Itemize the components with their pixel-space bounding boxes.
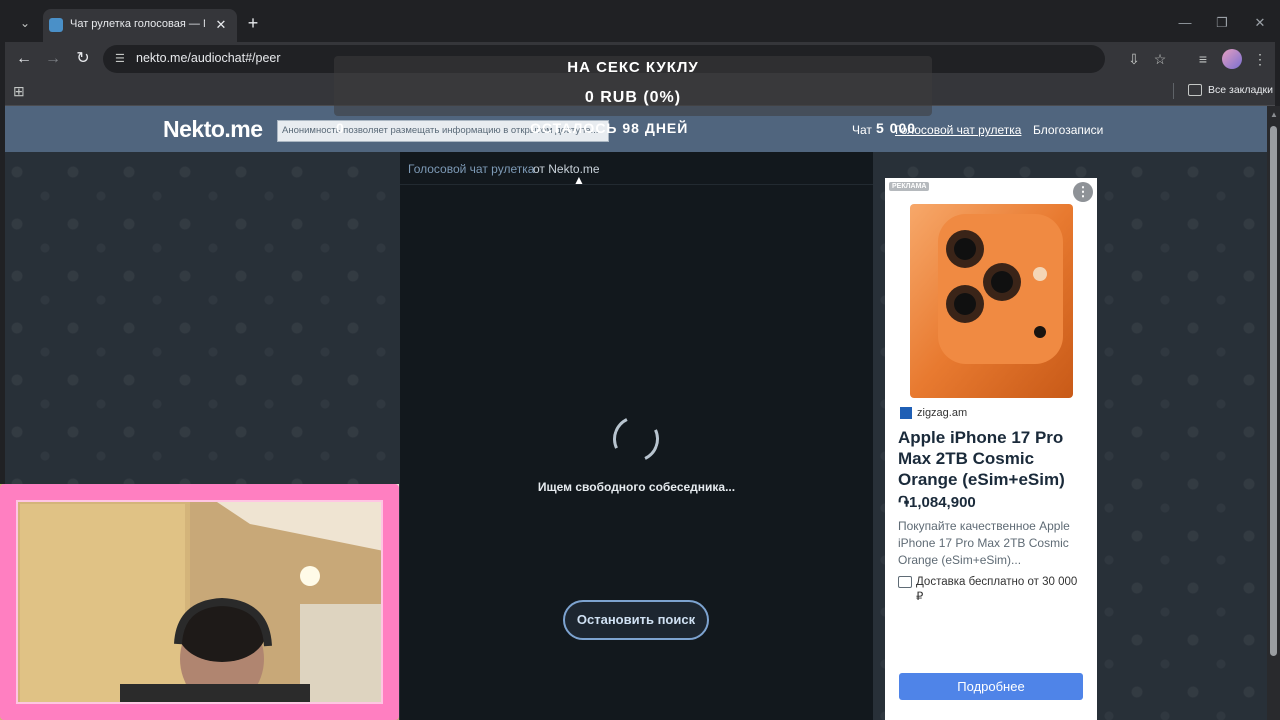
folder-icon[interactable] xyxy=(1188,84,1202,96)
heart-frame xyxy=(0,484,399,720)
page-scrollbar[interactable]: ▲ xyxy=(1267,106,1280,720)
goal-days-left: ОСТАЛОСЬ 98 ДНЕЙ xyxy=(530,120,689,136)
ad-delivery: Доставка бесплатно от 30 000 ₽ xyxy=(916,576,1078,603)
breadcrumb-text: от Nekto.me xyxy=(533,162,600,176)
stream-goal-overlay: НА СЕКС КУКЛУ 0 RUB (0%) xyxy=(334,56,932,116)
tab-search-icon[interactable]: ⌄ xyxy=(13,11,37,35)
tab-title: Чат рулетка голосовая — Nekto.me xyxy=(70,18,205,30)
goal-title: НА СЕКС КУКЛУ xyxy=(567,59,699,76)
ad-description: Покупайте качественное Apple iPhone 17 P… xyxy=(898,519,1070,567)
new-tab-icon[interactable]: + xyxy=(241,11,265,35)
all-bookmarks-link[interactable]: Все закладки xyxy=(1208,84,1273,96)
advertisement[interactable]: РЕКЛАМА ⋮ zigzag.am Apple iPhone 17 Pro … xyxy=(885,178,1097,720)
tab-strip: ⌄ Чат рулетка голосовая — Nekto.me ✕ + —… xyxy=(5,5,1275,42)
forward-arrow-icon[interactable]: → xyxy=(41,47,65,71)
truck-icon xyxy=(898,576,912,588)
close-window-icon[interactable]: ✕ xyxy=(1248,11,1272,35)
minimize-icon[interactable]: — xyxy=(1173,11,1197,35)
reload-icon[interactable]: ↻ xyxy=(71,47,95,71)
scroll-thumb[interactable] xyxy=(1270,126,1277,656)
site-settings-icon[interactable]: ☰ xyxy=(115,52,129,66)
webcam-overlay xyxy=(0,484,399,720)
back-arrow-icon[interactable]: ← xyxy=(12,47,36,71)
chat-panel: Голосовой чат рулетка от Nekto.me Ищем с… xyxy=(400,152,873,720)
ad-price: ֏1,084,900 xyxy=(898,494,976,511)
active-tab[interactable]: Чат рулетка голосовая — Nekto.me ✕ xyxy=(43,9,237,42)
install-app-icon[interactable]: ⇩ xyxy=(1122,47,1146,71)
tab-close-icon[interactable]: ✕ xyxy=(213,17,229,33)
ad-more-button[interactable]: Подробнее xyxy=(899,673,1083,700)
bookmark-star-icon[interactable]: ☆ xyxy=(1148,47,1172,71)
ad-options-icon[interactable]: ⋮ xyxy=(1073,182,1093,202)
breadcrumb: Голосовой чат рулетка от Nekto.me xyxy=(400,152,873,185)
site-logo[interactable]: Nekto.me xyxy=(163,116,263,143)
maximize-icon[interactable]: ❐ xyxy=(1210,11,1234,35)
search-status: Ищем свободного собеседника... xyxy=(537,480,736,494)
nav-chat[interactable]: Чат xyxy=(852,123,872,137)
ad-source[interactable]: zigzag.am xyxy=(917,407,967,419)
microphone-favicon-icon xyxy=(49,18,63,32)
menu-icon[interactable]: ⋮ xyxy=(1248,47,1272,71)
nav-blog[interactable]: Блогозаписи xyxy=(1033,123,1103,137)
mouse-cursor-icon: ▲ xyxy=(573,173,585,187)
goal-amount: 0 RUB (0%) xyxy=(584,89,682,106)
zigzag-logo-icon xyxy=(900,407,912,419)
url-text[interactable]: nekto.me/audiochat#/peer xyxy=(136,51,281,65)
bookmarks-divider xyxy=(1173,83,1174,99)
goal-zero: 0 xyxy=(336,120,344,136)
browser-window: ⌄ Чат рулетка голосовая — Nekto.me ✕ + —… xyxy=(0,0,1280,720)
breadcrumb-link[interactable]: Голосовой чат рулетка xyxy=(408,162,534,176)
loading-spinner-icon xyxy=(606,409,666,469)
profile-avatar[interactable] xyxy=(1222,49,1242,69)
apps-grid-icon[interactable]: ⊞ xyxy=(13,82,31,100)
scroll-up-icon[interactable]: ▲ xyxy=(1270,110,1278,119)
stop-search-button[interactable]: Остановить поиск xyxy=(563,600,709,640)
ad-title[interactable]: Apple iPhone 17 Pro Max 2TB Cosmic Orang… xyxy=(898,427,1088,490)
reading-list-icon[interactable]: ≡ xyxy=(1191,47,1215,71)
goal-target: 5 000 xyxy=(876,120,917,136)
product-image[interactable] xyxy=(910,204,1073,398)
ad-badge: РЕКЛАМА xyxy=(889,182,930,191)
